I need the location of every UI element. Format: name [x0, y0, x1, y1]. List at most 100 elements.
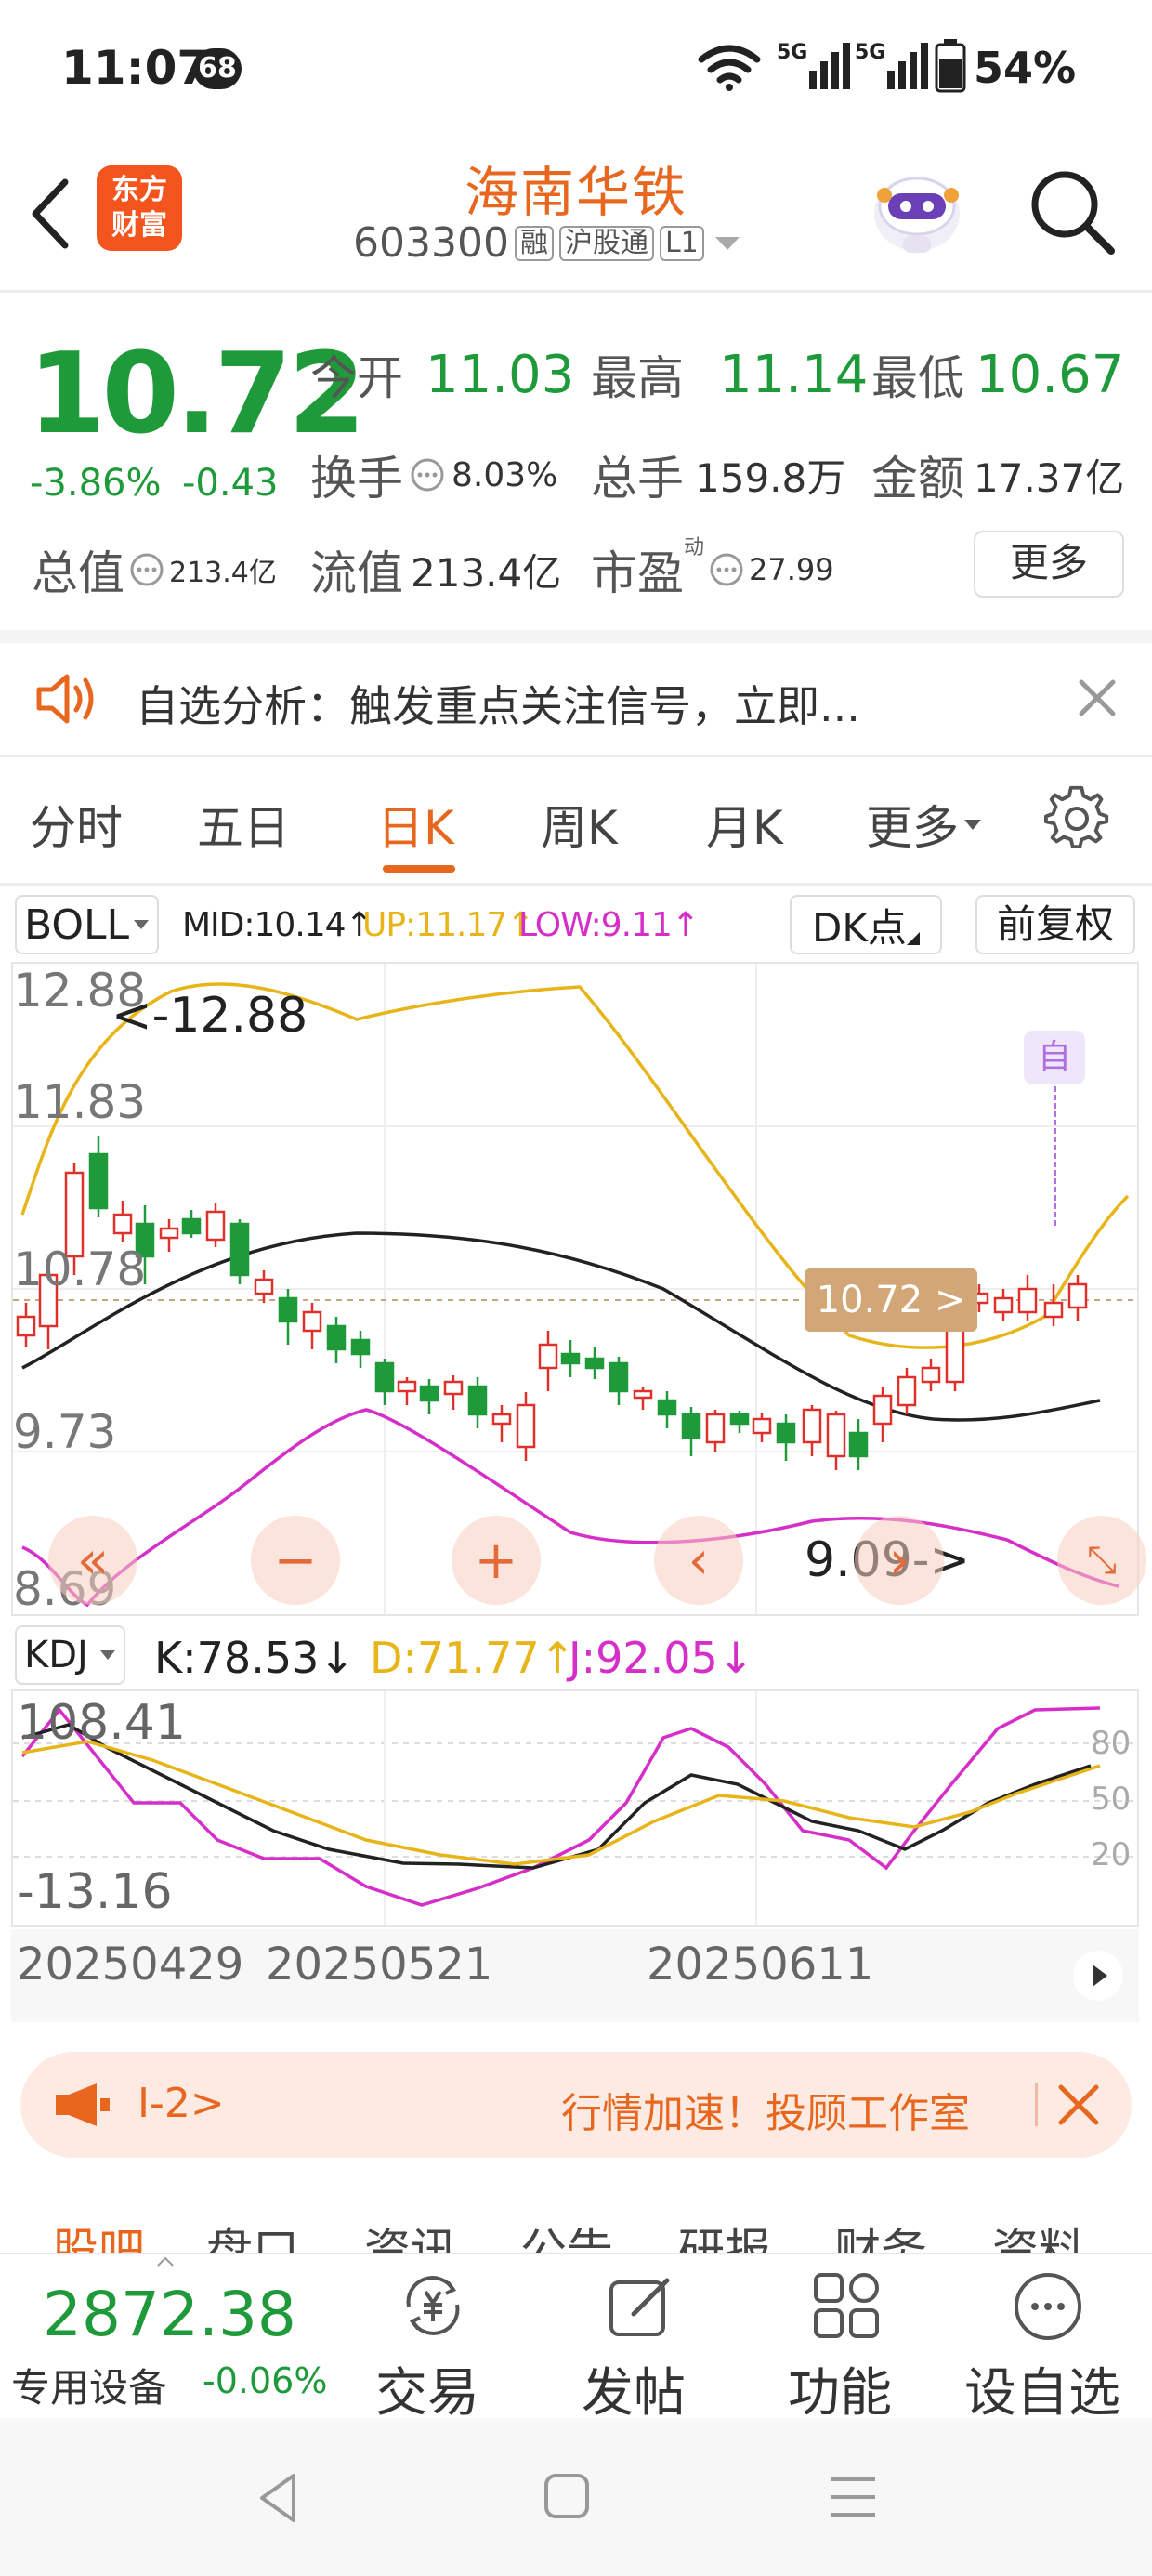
- dk-point-button[interactable]: DK点: [790, 895, 942, 954]
- candle-body: [181, 1217, 202, 1235]
- nav-functions[interactable]: 功能: [775, 2254, 914, 2424]
- tab-five-day[interactable]: 五日: [197, 791, 290, 858]
- content-tab-news[interactable]: 资讯: [364, 2214, 457, 2253]
- amount-label: 金额: [871, 452, 964, 506]
- candle-body: [729, 1413, 750, 1426]
- gear-icon[interactable]: [1044, 785, 1111, 852]
- zoom-in-button[interactable]: +: [452, 1516, 541, 1605]
- tab-monthly-k[interactable]: 月K: [706, 791, 783, 858]
- scroll-left-fast-button[interactable]: «: [48, 1516, 137, 1605]
- volume-value: 159.8万: [695, 454, 846, 501]
- sector-index[interactable]: 2872.38 专用设备 -0.06%: [0, 2254, 344, 2420]
- content-tab-guba[interactable]: 股吧: [52, 2214, 145, 2253]
- pe-label: 市盈: [591, 546, 684, 600]
- nav-post[interactable]: 发帖: [569, 2254, 708, 2424]
- network-type-2: 5G: [855, 41, 886, 64]
- boll-up: UP:11.17↑: [362, 906, 534, 944]
- close-icon[interactable]: [1076, 677, 1119, 719]
- nav-trade-label: 交易: [375, 2363, 479, 2424]
- close-icon[interactable]: [1057, 2083, 1100, 2126]
- grid-apps-icon: [814, 2273, 879, 2338]
- system-menu-icon[interactable]: [827, 2474, 879, 2520]
- y-label-3: 10.78: [13, 1242, 147, 1296]
- x-date-2: 20250521: [266, 1939, 493, 1991]
- boll-selector[interactable]: BOLL: [15, 895, 160, 954]
- candle-body: [897, 1375, 917, 1407]
- candle-body: [205, 1210, 226, 1242]
- stock-code-row[interactable]: 603300 融 沪股通 L1: [353, 219, 741, 267]
- candle-body: [516, 1403, 536, 1449]
- amount-value: 17.37亿: [974, 454, 1125, 501]
- candle-body: [752, 1417, 772, 1435]
- system-back-icon[interactable]: [255, 2470, 301, 2526]
- news-divider: [1035, 2083, 1038, 2126]
- tab-intraday[interactable]: 分时: [30, 791, 123, 858]
- kdj-level-20: 20: [1091, 1836, 1132, 1873]
- dropdown-triangle-icon: [134, 920, 150, 929]
- sector-index-value: 2872.38: [43, 2279, 296, 2350]
- nav-functions-label: 功能: [788, 2363, 892, 2424]
- more-dots-icon[interactable]: [128, 551, 165, 588]
- float-cap-stat: 流值 213.4亿: [310, 536, 561, 603]
- candle-body: [112, 1213, 133, 1235]
- fullscreen-button[interactable]: ⤡: [1057, 1516, 1146, 1605]
- low-stat: 最低 10.67: [871, 341, 1124, 408]
- kdj-chart[interactable]: 108.41 -13.16 80 50 20: [11, 1689, 1139, 1927]
- nav-post-label: 发帖: [582, 2363, 686, 2424]
- nav-trade[interactable]: 交易: [362, 2254, 502, 2424]
- kdj-selector[interactable]: KDJ: [15, 1625, 125, 1685]
- candle-body: [443, 1380, 464, 1396]
- alert-bar[interactable]: 自选分析：触发重点关注信号，立即...: [0, 643, 1152, 753]
- scroll-right-button[interactable]: ›: [855, 1516, 944, 1605]
- more-button[interactable]: 更多: [974, 531, 1124, 598]
- candle-body: [584, 1357, 605, 1370]
- content-tab-research[interactable]: 研报: [678, 2214, 771, 2253]
- candle-body: [374, 1361, 395, 1393]
- candle-body: [705, 1413, 726, 1444]
- tab-daily-k[interactable]: 日K: [377, 791, 454, 858]
- robot-assistant-icon[interactable]: [866, 158, 968, 260]
- change-amount: -0.43: [182, 462, 279, 505]
- nav-add-watchlist-label: 设自选: [964, 2363, 1120, 2424]
- zoom-out-button[interactable]: −: [251, 1516, 340, 1605]
- up-caret-icon: [157, 2256, 174, 2267]
- candle-body: [826, 1413, 846, 1458]
- candle-body: [88, 1152, 109, 1210]
- x-date-3: 20250611: [647, 1939, 874, 1991]
- nav-add-watchlist[interactable]: 设自选: [957, 2254, 1143, 2424]
- content-tab-pankou[interactable]: 盘口: [206, 2214, 299, 2253]
- candle-body: [229, 1222, 250, 1277]
- network-type-1: 5G: [777, 41, 808, 64]
- news-left-text: I-2>: [137, 2080, 225, 2127]
- sector-index-change: -0.06%: [203, 2360, 328, 2401]
- content-tab-announcement[interactable]: 公告: [520, 2214, 613, 2253]
- candle-body: [802, 1408, 822, 1444]
- content-tab-finance[interactable]: 财务: [834, 2214, 927, 2253]
- pe-superscript: 动: [684, 536, 705, 559]
- price-adjust-button[interactable]: 前复权: [975, 895, 1135, 954]
- kdj-indicator-bar: KDJ K:78.53↓ D:71.77↑ J:92.05↓: [0, 1622, 1152, 1689]
- more-dots-icon[interactable]: [409, 456, 446, 493]
- high-label: 最高: [591, 351, 684, 405]
- scroll-left-button[interactable]: ‹: [654, 1516, 743, 1605]
- news-banner[interactable]: I-2> 行情加速！投顾工作室: [20, 2052, 1132, 2158]
- kdj-y-bottom: -13.16: [17, 1864, 173, 1920]
- active-tab-indicator: [383, 865, 455, 873]
- self-select-tag[interactable]: 自: [1024, 1031, 1085, 1084]
- sector-index-label: 专用设备: [11, 2365, 168, 2411]
- candle-body: [278, 1296, 298, 1323]
- kline-chart[interactable]: 12.88 11.83 10.78 9.73 8.69 <-12.88 9.09…: [11, 962, 1146, 1616]
- volume-stat: 总手 159.8万: [591, 441, 845, 508]
- current-price-tag[interactable]: 10.72 >: [805, 1268, 977, 1332]
- system-home-icon[interactable]: [543, 2472, 591, 2520]
- content-tab-profile[interactable]: 资料: [992, 2214, 1085, 2253]
- candle-body: [657, 1399, 677, 1416]
- signal-bars-icon: [809, 43, 851, 89]
- tab-more[interactable]: 更多: [866, 791, 983, 858]
- more-dots-icon[interactable]: [708, 551, 745, 588]
- notification-count-badge: 68: [193, 48, 242, 89]
- tab-weekly-k[interactable]: 周K: [541, 791, 618, 858]
- play-arrow-icon[interactable]: [1072, 1950, 1124, 2002]
- search-icon[interactable]: [1026, 165, 1119, 258]
- corner-triangle-icon: [906, 932, 920, 945]
